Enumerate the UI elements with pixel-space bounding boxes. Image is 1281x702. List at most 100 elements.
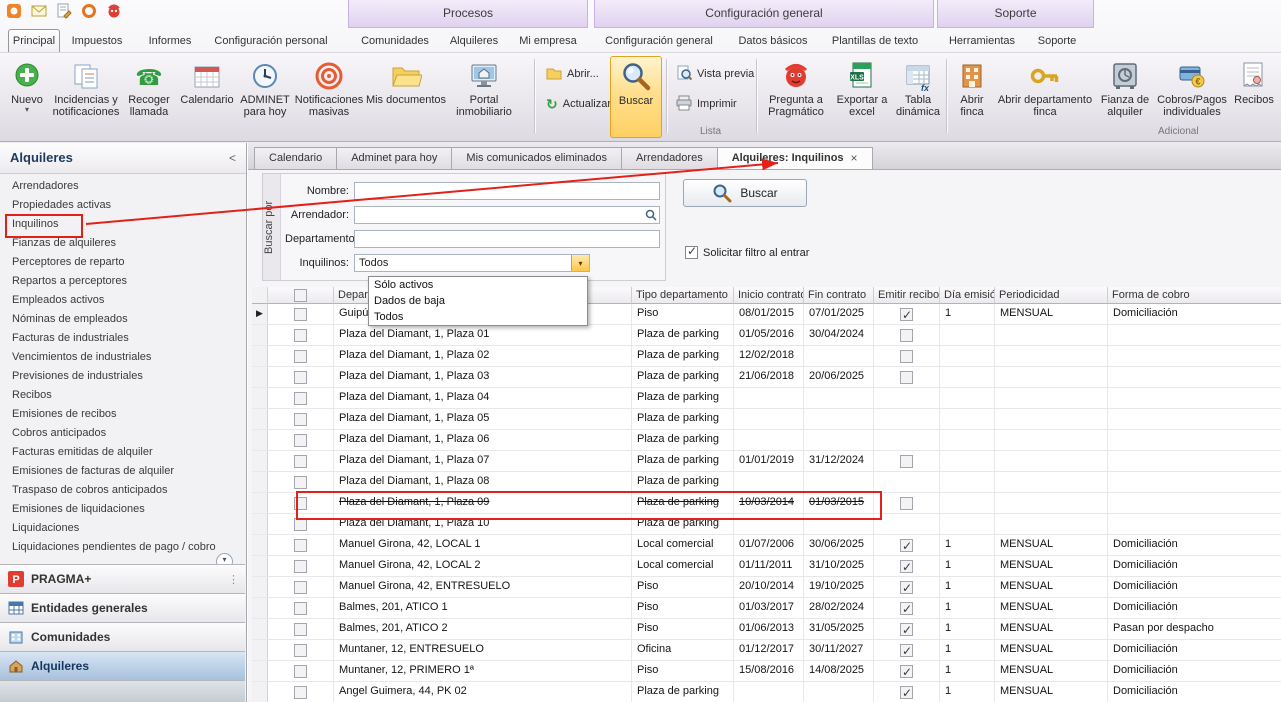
chevron-down-icon[interactable]: ▾ (571, 255, 589, 271)
row-select-cell[interactable] (268, 304, 334, 324)
row-select-cell[interactable] (268, 577, 334, 597)
dropdown-option[interactable]: Sólo activos (369, 277, 587, 293)
row-checkbox[interactable] (294, 686, 307, 699)
row-checkbox[interactable] (294, 602, 307, 615)
document-tab[interactable]: Calendario (254, 147, 336, 170)
table-row[interactable]: Plaza del Diamant, 1, Plaza 01 Plaza de … (252, 325, 1281, 346)
sidebar-item[interactable]: Facturas de industriales (0, 329, 245, 348)
sidebar-item[interactable]: Nóminas de empleados (0, 310, 245, 329)
column-header[interactable]: Fin contrato (804, 287, 874, 304)
sidebar-item[interactable]: Cobros anticipados (0, 424, 245, 443)
row-checkbox[interactable] (294, 329, 307, 342)
row-checkbox[interactable] (294, 413, 307, 426)
row-select-cell[interactable] (268, 598, 334, 618)
table-row[interactable]: Plaza del Diamant, 1, Plaza 06 Plaza de … (252, 430, 1281, 451)
table-row[interactable]: Plaza del Diamant, 1, Plaza 05 Plaza de … (252, 409, 1281, 430)
emitir-recibo-checkbox[interactable] (900, 329, 913, 342)
sidebar-item[interactable]: Repartos a perceptores (0, 272, 245, 291)
sidebar-item[interactable]: Empleados activos (0, 291, 245, 310)
exportar-excel-button[interactable]: XLS Exportar a excel (833, 56, 891, 138)
ribbon-tab-impuestos[interactable]: Impuestos (66, 31, 128, 52)
row-select-cell[interactable] (268, 325, 334, 345)
mis-documentos-button[interactable]: Mis documentos (364, 56, 448, 138)
emitir-recibo-checkbox[interactable] (900, 539, 913, 552)
row-checkbox[interactable] (294, 581, 307, 594)
row-select-cell[interactable] (268, 346, 334, 366)
solicitar-filtro-checkbox[interactable]: Solicitar filtro al entrar (685, 246, 809, 259)
pragma-logo-icon[interactable] (5, 3, 22, 20)
table-row[interactable]: Plaza del Diamant, 1, Plaza 02 Plaza de … (252, 346, 1281, 367)
emitir-recibo-checkbox[interactable] (900, 560, 913, 573)
ribbon-tab-configuraci-n-general[interactable]: Configuración general (600, 31, 718, 52)
emitir-recibo-checkbox[interactable] (900, 350, 913, 363)
close-icon[interactable]: × (851, 148, 858, 169)
emitir-recibo-checkbox[interactable] (900, 497, 913, 510)
column-header[interactable]: Forma de cobro (1108, 287, 1281, 304)
row-checkbox[interactable] (294, 644, 307, 657)
ribbon-tab-soporte[interactable]: Soporte (1028, 31, 1086, 52)
ribbon-group-procesos[interactable]: Procesos (348, 0, 588, 28)
ribbon-group-soporte[interactable]: Soporte (937, 0, 1094, 28)
notificaciones-masivas-button[interactable]: Notificaciones masivas (295, 56, 363, 138)
emitir-recibo-checkbox[interactable] (900, 644, 913, 657)
sidebar-item[interactable]: Traspaso de cobros anticipados (0, 481, 245, 500)
vista-previa-button[interactable]: Vista previa (672, 63, 758, 85)
sidebar-item[interactable]: Propiedades activas (0, 196, 245, 215)
document-tab[interactable]: Adminet para hoy (336, 147, 451, 170)
dropdown-option[interactable]: Dados de baja (369, 293, 587, 309)
tabla-dinamica-button[interactable]: fx Tabla dinámica (892, 56, 944, 138)
nav-pragma[interactable]: P PRAGMA+ ⋮ (0, 564, 245, 593)
fianza-alquiler-button[interactable]: Fianza de alquiler (1096, 56, 1154, 138)
table-row[interactable]: Balmes, 201, ATICO 2 Piso 01/06/2013 31/… (252, 619, 1281, 640)
select-all-checkbox[interactable] (294, 289, 307, 302)
ribbon-tab-informes[interactable]: Informes (138, 31, 202, 52)
abrir-button[interactable]: Abrir... (542, 63, 603, 85)
checkbox-icon[interactable] (685, 246, 698, 259)
nav-comunidades[interactable]: Comunidades (0, 622, 245, 651)
table-row[interactable]: Angel Guimera, 44, PK 02 Plaza de parkin… (252, 682, 1281, 702)
buscar-ribbon-button[interactable]: Buscar (610, 56, 662, 138)
row-select-cell[interactable] (268, 640, 334, 660)
document-tab[interactable]: Arrendadores (621, 147, 717, 170)
ribbon-tab-mi-empresa[interactable]: Mi empresa (512, 31, 584, 52)
emitir-recibo-checkbox[interactable] (900, 623, 913, 636)
incidencias-button[interactable]: Incidencias y notificaciones (52, 56, 120, 138)
inquilinos-dropdown[interactable]: Todos ▾ (354, 254, 590, 272)
table-row[interactable]: Plaza del Diamant, 1, Plaza 07 Plaza de … (252, 451, 1281, 472)
emitir-recibo-checkbox[interactable] (900, 581, 913, 594)
row-checkbox[interactable] (294, 455, 307, 468)
recoger-llamada-button[interactable]: ☎ Recoger llamada (122, 56, 176, 138)
row-select-cell[interactable] (268, 451, 334, 471)
emitir-recibo-checkbox[interactable] (900, 686, 913, 699)
sidebar-item[interactable]: Vencimientos de industriales (0, 348, 245, 367)
table-row[interactable]: Muntaner, 12, PRIMERO 1ª Piso 15/08/2016… (252, 661, 1281, 682)
document-tab[interactable]: Alquileres: Inquilinos× (717, 147, 873, 170)
emitir-recibo-checkbox[interactable] (900, 665, 913, 678)
sidebar-item[interactable]: Emisiones de recibos (0, 405, 245, 424)
sidebar-item[interactable]: Perceptores de reparto (0, 253, 245, 272)
row-checkbox[interactable] (294, 392, 307, 405)
collapse-sidebar-button[interactable]: < (229, 143, 236, 173)
sidebar-item[interactable]: Previsiones de industriales (0, 367, 245, 386)
sidebar-item[interactable]: Arrendadores (0, 177, 245, 196)
ribbon-tab-configuraci-n-personal[interactable]: Configuración personal (210, 31, 332, 52)
departamento-input[interactable] (354, 230, 660, 248)
row-select-cell[interactable] (268, 556, 334, 576)
ribbon-tab-alquileres[interactable]: Alquileres (442, 31, 506, 52)
search-icon[interactable] (645, 209, 657, 221)
ribbon-tab-datos-b-sicos[interactable]: Datos básicos (730, 31, 816, 52)
nav-entidades-generales[interactable]: Entidades generales (0, 593, 245, 622)
assistant-icon[interactable] (105, 3, 122, 20)
emitir-recibo-checkbox[interactable] (900, 371, 913, 384)
emitir-recibo-checkbox[interactable] (900, 308, 913, 321)
table-row[interactable]: Plaza del Diamant, 1, Plaza 08 Plaza de … (252, 472, 1281, 493)
recibos-button[interactable]: Recibos (1230, 56, 1278, 138)
row-checkbox[interactable] (294, 623, 307, 636)
dropdown-option[interactable]: Todos (369, 309, 587, 325)
sidebar-item[interactable]: Facturas emitidas de alquiler (0, 443, 245, 462)
ribbon-tab-principal[interactable]: Principal (8, 29, 60, 52)
column-header[interactable]: Día emisión (940, 287, 995, 304)
table-row[interactable]: Plaza del Diamant, 1, Plaza 03 Plaza de … (252, 367, 1281, 388)
calendario-button[interactable]: Calendario (178, 56, 236, 138)
abrir-departamento-finca-button[interactable]: Abrir departamento finca (996, 56, 1094, 138)
